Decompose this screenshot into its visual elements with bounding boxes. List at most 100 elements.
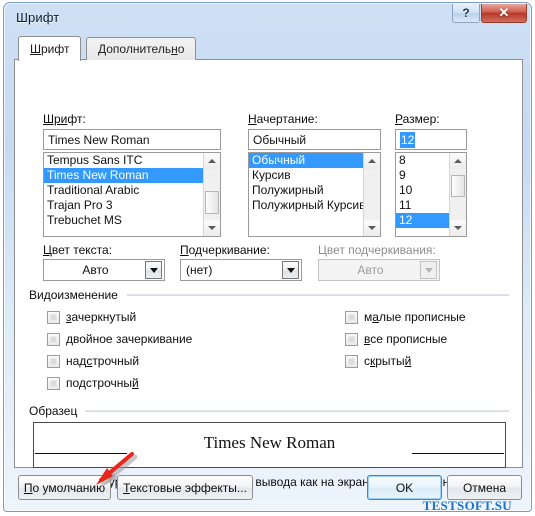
checkbox-double-strikethrough[interactable]: двойное зачеркивание — [47, 332, 192, 346]
font-size-listbox[interactable]: 8 9 10 11 12 — [395, 152, 467, 237]
underline-color-combo: Авто — [318, 259, 440, 281]
text-color-combo[interactable]: Авто — [43, 259, 165, 281]
window-controls: ? ✕ — [452, 4, 527, 23]
font-style-input[interactable]: Обычный — [248, 129, 381, 150]
scrollbar-thumb[interactable] — [451, 175, 465, 197]
tab-advanced-label: Дополнительно — [98, 42, 185, 56]
list-item[interactable]: 8 — [396, 153, 449, 168]
list-item[interactable]: 11 — [396, 198, 449, 213]
underline-style-label: Подчеркивание: — [180, 243, 270, 257]
scroll-up-icon[interactable] — [204, 153, 220, 169]
checkbox-icon[interactable] — [47, 354, 60, 368]
font-name-list-items: Tempus Sans ITC Times New Roman Traditio… — [44, 153, 203, 236]
checkbox-icon[interactable] — [47, 310, 60, 324]
font-style-list-items: Обычный Курсив Полужирный Полужирный Кур… — [249, 153, 363, 236]
checkbox-label: двойное зачеркивание — [66, 332, 193, 346]
font-size-list-items: 8 9 10 11 12 — [396, 153, 449, 236]
list-item[interactable]: Полужирный — [249, 183, 363, 198]
checkbox-small-caps[interactable]: малые прописные — [345, 310, 466, 324]
list-item[interactable]: Trebuchet MS — [44, 213, 203, 228]
list-item[interactable]: Tempus Sans ITC — [44, 153, 203, 168]
font-name-listbox[interactable]: Tempus Sans ITC Times New Roman Traditio… — [43, 152, 221, 237]
checkbox-superscript[interactable]: надстрочный — [47, 354, 139, 368]
list-item[interactable]: Trajan Pro 3 — [44, 198, 203, 213]
cancel-label: Отмена — [462, 480, 507, 495]
set-as-default-button[interactable]: По умолчанию — [18, 475, 111, 500]
effects-group-label: Видоизменение — [29, 288, 123, 302]
list-item[interactable]: Traditional Arabic — [44, 183, 203, 198]
font-dialog-window: Шрифт ? ✕ Шрифт Дополнительно Шрифт: Нач… — [3, 2, 532, 513]
font-size-label: Размер: — [395, 112, 440, 126]
scrollbar-thumb[interactable] — [205, 191, 219, 214]
font-style-label: Начертание: — [248, 112, 318, 126]
tab-font-label: Шрифт — [30, 42, 70, 56]
text-color-value: Авто — [82, 263, 109, 277]
question-mark-icon: ? — [462, 6, 470, 20]
effects-group-divider — [127, 294, 509, 296]
tab-font[interactable]: Шрифт — [18, 36, 82, 61]
title-bar: Шрифт ? ✕ — [4, 3, 531, 34]
checkbox-hidden[interactable]: скрытый — [345, 354, 411, 368]
text-color-label: Цвет текста: — [43, 243, 113, 257]
dialog-client-area: Шрифт Дополнительно Шрифт: Начертание: Р… — [14, 36, 523, 513]
scroll-up-icon[interactable] — [364, 153, 380, 169]
checkbox-icon[interactable] — [345, 310, 358, 324]
ok-label: OK — [395, 480, 414, 495]
font-size-value: 12 — [400, 132, 416, 148]
font-preview-text: Times New Roman — [203, 433, 336, 452]
list-item[interactable]: Курсив — [249, 168, 363, 183]
help-icon-button[interactable]: ? — [452, 4, 480, 23]
text-effects-button[interactable]: Текстовые эффекты... — [117, 475, 253, 500]
scroll-down-icon[interactable] — [204, 220, 220, 236]
chevron-down-icon[interactable] — [145, 261, 162, 279]
checkbox-icon[interactable] — [345, 354, 358, 368]
font-style-value: Обычный — [253, 133, 307, 147]
preview-rule-right — [412, 453, 504, 454]
list-item[interactable]: Times New Roman — [44, 168, 203, 183]
checkbox-label: надстрочный — [66, 354, 140, 368]
text-effects-label: Текстовые эффекты... — [123, 480, 247, 495]
checkbox-icon[interactable] — [47, 376, 60, 390]
underline-color-label: Цвет подчеркивания: — [318, 243, 436, 257]
scroll-down-icon[interactable] — [364, 220, 380, 236]
checkbox-icon[interactable] — [345, 332, 358, 346]
preview-group-label: Образец — [29, 404, 83, 418]
font-size-input[interactable]: 12 — [395, 129, 467, 150]
list-item[interactable]: Полужирный Курсив — [249, 198, 363, 213]
window-title: Шрифт — [16, 10, 60, 25]
checkbox-all-caps[interactable]: все прописные — [345, 332, 447, 346]
scroll-down-icon[interactable] — [450, 220, 466, 236]
close-icon: ✕ — [498, 5, 510, 20]
underline-style-value: (нет) — [186, 263, 213, 277]
cancel-button[interactable]: Отмена — [447, 475, 522, 500]
list-item[interactable]: 9 — [396, 168, 449, 183]
set-as-default-label: По умолчанию — [23, 480, 106, 495]
font-style-scrollbar[interactable] — [363, 153, 380, 236]
checkbox-strikethrough[interactable]: зачеркнутый — [47, 310, 136, 324]
checkbox-label: все прописные — [364, 332, 448, 346]
tab-panel-font: Шрифт: Начертание: Размер: Times New Rom… — [14, 59, 523, 513]
checkbox-icon[interactable] — [47, 332, 60, 346]
checkbox-subscript[interactable]: подстрочный — [47, 376, 139, 390]
dialog-screenshot: Шрифт ? ✕ Шрифт Дополнительно Шрифт: Нач… — [0, 0, 535, 516]
scroll-up-icon[interactable] — [450, 153, 466, 169]
font-name-scrollbar[interactable] — [203, 153, 220, 236]
ok-button[interactable]: OK — [367, 475, 442, 500]
tab-advanced[interactable]: Дополнительно — [86, 37, 197, 60]
underline-color-value: Авто — [357, 263, 384, 277]
checkbox-label: подстрочный — [66, 376, 139, 390]
list-item[interactable]: 10 — [396, 183, 449, 198]
checkbox-label: зачеркнутый — [66, 310, 137, 324]
underline-style-combo[interactable]: (нет) — [180, 259, 302, 281]
font-name-value: Times New Roman — [48, 133, 150, 147]
font-size-scrollbar[interactable] — [449, 153, 466, 236]
font-style-listbox[interactable]: Обычный Курсив Полужирный Полужирный Кур… — [248, 152, 381, 237]
checkbox-label: скрытый — [364, 354, 412, 368]
list-item[interactable]: 12 — [396, 213, 449, 228]
close-button[interactable]: ✕ — [481, 4, 527, 23]
chevron-down-icon[interactable] — [282, 261, 299, 279]
list-item[interactable]: Обычный — [249, 153, 363, 168]
checkbox-label: малые прописные — [364, 310, 466, 324]
font-name-input[interactable]: Times New Roman — [43, 129, 221, 150]
chevron-down-icon — [420, 261, 437, 279]
